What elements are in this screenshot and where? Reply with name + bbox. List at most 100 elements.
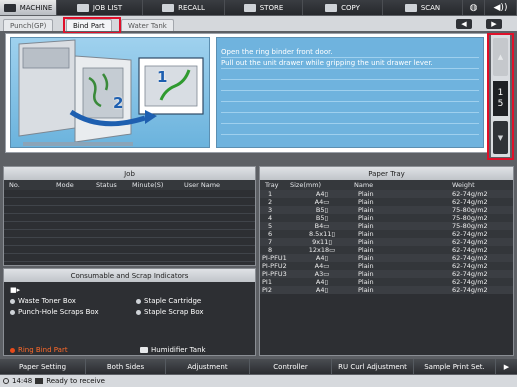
instruction-rule-4 [221, 80, 479, 91]
size-cell: A4▯ [315, 254, 329, 262]
tray-cell: 5 [268, 222, 273, 230]
ru-curl-adjustment-button[interactable]: RU Curl Adjustment [332, 359, 414, 374]
instruction-panel: 1 2 Open the ring binder front door. Pul… [5, 33, 488, 153]
recall-icon [162, 3, 175, 12]
paper-setting-label: Paper Setting [18, 362, 67, 371]
weight-cell: 62-74g/m2 [452, 278, 488, 286]
tab-prev-button[interactable]: ◀ [456, 19, 472, 29]
name-cell: Plain [358, 230, 374, 238]
staple-cartridge-indicator: Staple Cartridge [136, 297, 201, 305]
table-row[interactable]: 1 A4▯ Plain 62-74g/m2 [260, 190, 513, 198]
globe-button[interactable]: ◍ [463, 0, 485, 15]
instruction-line-2: Pull out the unit drawer while gripping … [221, 58, 479, 69]
tray-columns: Tray Size(mm) Name Weight [260, 180, 513, 190]
table-row[interactable]: PI-PFU1 A4▯ Plain 62-74g/m2 [260, 254, 513, 262]
tray-table-body: 1 A4▯ Plain 62-74g/m2 2 A4▭ Plain 62-74g/m2 3 B… [260, 190, 513, 294]
controller-button[interactable]: Controller [250, 359, 332, 374]
job-row[interactable] [4, 238, 255, 246]
weight-cell: 62-74g/m2 [452, 262, 488, 270]
machine-tab[interactable]: MACHINE [0, 0, 57, 15]
more-button[interactable]: ▶ [496, 359, 517, 374]
job-row[interactable] [4, 190, 255, 198]
table-row[interactable]: 7 9x11▯ Plain 62-74g/m2 [260, 238, 513, 246]
paper-setting-button[interactable]: Paper Setting [0, 359, 86, 374]
machine-illustration-icon [18, 39, 204, 146]
tray-cell: PI2 [262, 286, 272, 294]
job-row[interactable] [4, 246, 255, 254]
job-row[interactable] [4, 222, 255, 230]
tray-col-name: Name [354, 181, 374, 189]
instruction-rule-6 [221, 102, 479, 113]
job-row[interactable] [4, 254, 255, 262]
binder-illustration: 1 2 [10, 37, 210, 148]
job-title: Job [4, 167, 255, 180]
table-row[interactable]: 6 8.5x11▯ Plain 62-74g/m2 [260, 230, 513, 238]
job-col-no: No. [9, 181, 20, 189]
tray-cell: 7 [268, 238, 273, 246]
sample-print-set-button[interactable]: Sample Print Set. [414, 359, 496, 374]
paper-tray-panel: Paper Tray Tray Size(mm) Name Weight 1 A4… [259, 166, 514, 356]
scan-tab[interactable]: SCAN [383, 0, 463, 15]
tray-cell: 8 [268, 246, 273, 254]
arrow-left-icon: ◀ [461, 20, 467, 28]
clock-icon [3, 378, 9, 384]
tab-water-tank[interactable]: Water Tank [121, 19, 174, 31]
instruction-rule-8 [221, 124, 479, 135]
size-cell: A3▭ [314, 270, 330, 278]
table-row[interactable]: PI-PFU3 A3▭ Plain 62-74g/m2 [260, 270, 513, 278]
instruction-message: Open the ring binder front door. Pull ou… [216, 37, 484, 148]
weight-cell: 62-74g/m2 [452, 190, 488, 198]
punch-scraps-indicator: Punch-Hole Scraps Box [10, 308, 99, 316]
waste-toner-icon [10, 298, 15, 304]
arrow-right-icon: ▶ [503, 362, 510, 371]
table-row[interactable]: 5 B4▭ Plain 75-80g/m2 [260, 222, 513, 230]
table-row[interactable]: 3 B5▯ Plain 75-80g/m2 [260, 206, 513, 214]
name-cell: Plain [358, 286, 374, 294]
job-row[interactable] [4, 230, 255, 238]
selection-highlight [63, 17, 121, 34]
tab-punch-label: Punch(GP) [10, 21, 47, 30]
job-row[interactable] [4, 214, 255, 222]
table-row[interactable]: 2 A4▭ Plain 62-74g/m2 [260, 198, 513, 206]
tab-next-button[interactable]: ▶ [486, 19, 502, 29]
copy-label: COPY [341, 3, 360, 12]
waste-toner-label: Waste Toner Box [18, 297, 76, 305]
adjustment-button[interactable]: Adjustment [166, 359, 250, 374]
job-row[interactable] [4, 206, 255, 214]
both-sides-button[interactable]: Both Sides [86, 359, 166, 374]
name-cell: Plain [358, 238, 374, 246]
volume-button[interactable]: ◀)) [485, 0, 517, 15]
name-cell: Plain [358, 206, 374, 214]
size-cell: 8.5x11▯ [308, 230, 336, 238]
copy-tab[interactable]: COPY [303, 0, 383, 15]
toner-icon: ■▸ [10, 286, 21, 294]
job-panel: Job No. Mode Status Minute(S) User Name [3, 166, 256, 266]
store-tab[interactable]: STORE [225, 0, 303, 15]
waste-toner-indicator: Waste Toner Box [10, 297, 76, 305]
table-row[interactable]: 8 12x18▭ Plain 62-74g/m2 [260, 246, 513, 254]
status-bar: 14:48 Ready to receive [0, 375, 517, 387]
consumables-title: Consumable and Scrap Indicators [4, 269, 255, 282]
weight-cell: 62-74g/m2 [452, 230, 488, 238]
table-row[interactable]: 4 B5▯ Plain 75-80g/m2 [260, 214, 513, 222]
instruction-line-1: Open the ring binder front door. [221, 47, 479, 58]
name-cell: Plain [358, 262, 374, 270]
table-row[interactable]: PI-PFU2 A4▭ Plain 62-74g/m2 [260, 262, 513, 270]
table-row[interactable]: PI1 A4▯ Plain 62-74g/m2 [260, 278, 513, 286]
name-cell: Plain [358, 222, 374, 230]
tab-punch[interactable]: Punch(GP) [3, 19, 54, 31]
ring-bind-label: Ring Bind Part [18, 346, 68, 354]
staple-icon [136, 298, 141, 304]
top-menu-bar: MACHINE JOB LIST RECALL STORE COPY SCAN … [0, 0, 517, 15]
sample-print-set-label: Sample Print Set. [424, 362, 485, 371]
weight-cell: 62-74g/m2 [452, 286, 488, 294]
humidifier-indicator: Humidifier Tank [140, 346, 206, 354]
tray-col-tray: Tray [265, 181, 279, 189]
ring-bind-icon [10, 347, 15, 353]
recall-tab[interactable]: RECALL [143, 0, 225, 15]
machine-label: MACHINE [19, 3, 53, 12]
tray-cell: 6 [268, 230, 273, 238]
table-row[interactable]: PI2 A4▯ Plain 62-74g/m2 [260, 286, 513, 294]
job-list-tab[interactable]: JOB LIST [57, 0, 143, 15]
job-row[interactable] [4, 198, 255, 206]
